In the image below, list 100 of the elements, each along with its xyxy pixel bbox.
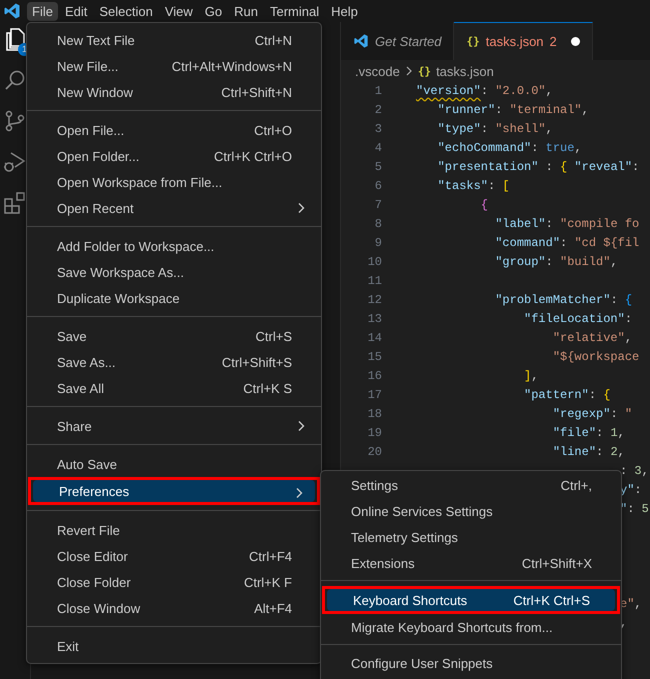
menu-item[interactable]: New Text File Ctrl+N	[31, 27, 317, 53]
breadcrumb-item[interactable]: .vscode	[355, 64, 400, 78]
menu-bar-item[interactable]: File	[27, 2, 58, 20]
code-token: "runner"	[436, 103, 496, 117]
code-token: "line"	[552, 445, 596, 459]
menu-item[interactable]: Revert File	[31, 517, 317, 543]
menu-item[interactable]: Save All Ctrl+K S	[31, 375, 317, 401]
menu-bar-item[interactable]: Run	[229, 2, 263, 20]
code-token: "	[624, 407, 632, 421]
menu-item[interactable]: Extensions Ctrl+Shift+X	[325, 550, 617, 576]
line-number: 7	[374, 197, 382, 214]
menu-bar-item[interactable]: Go	[200, 2, 228, 20]
code-token: :	[620, 464, 628, 478]
code-token: :	[488, 179, 496, 193]
code-token: "pattern"	[523, 388, 589, 402]
code-token: "fileLocation"	[523, 312, 625, 326]
code-token: "type"	[436, 122, 481, 136]
menu-item[interactable]: Share	[31, 413, 317, 439]
run-debug-icon[interactable]	[3, 150, 27, 174]
code-token: :	[495, 103, 504, 117]
unsaved-dot-icon[interactable]	[570, 37, 580, 46]
line-number: 16	[366, 368, 382, 385]
code-token: 5	[642, 502, 649, 516]
code-token: 1	[610, 426, 618, 440]
line-number: 4	[374, 140, 382, 157]
code-token: ,	[634, 597, 642, 611]
menu-item[interactable]: New File... Ctrl+Alt+Windows+N	[31, 53, 317, 79]
code-token: "build"	[560, 255, 610, 269]
code-token: true	[546, 141, 574, 155]
code-token: :	[546, 217, 554, 231]
menu-item[interactable]: New Window Ctrl+Shift+N	[31, 79, 317, 105]
menu-item[interactable]: Open File... Ctrl+O	[31, 117, 317, 143]
menu-item[interactable]: Save Workspace As...	[31, 259, 317, 285]
code-token: "presentation"	[436, 160, 538, 174]
menu-item[interactable]: Save As... Ctrl+Shift+S	[31, 349, 317, 375]
menu-item[interactable]: Online Services Settings	[325, 498, 617, 524]
menu-item[interactable]: Settings Ctrl+,	[325, 472, 617, 498]
code-token: {	[560, 160, 568, 174]
search-icon[interactable]	[3, 68, 27, 92]
code-token: "relative"	[552, 331, 625, 345]
code-token: ,	[642, 464, 649, 478]
code-token: {	[603, 388, 610, 402]
editor-tab[interactable]: {} tasks.json 2	[454, 22, 593, 60]
code-token: ,	[618, 426, 625, 440]
code-token: "command"	[494, 236, 560, 250]
code-token: [	[502, 179, 510, 193]
code-token: 2	[610, 445, 618, 459]
code-token: "regexp"	[552, 407, 610, 421]
app-logo-icon	[353, 33, 369, 49]
code-token: "problemMatcher"	[494, 293, 610, 307]
app-logo-icon	[3, 2, 21, 20]
menu-item[interactable]: Close Editor Ctrl+F4	[31, 543, 317, 569]
code-token: "reveal"	[573, 160, 632, 174]
code-token: :	[610, 293, 619, 307]
code-token: "echoCommand"	[436, 141, 532, 155]
code-token: "file"	[552, 426, 596, 440]
menu-item[interactable]: Exit	[31, 633, 317, 659]
menu-item[interactable]: Open Recent	[31, 195, 317, 221]
line-number: 20	[366, 444, 382, 461]
line-number: 17	[366, 387, 382, 404]
menu-item[interactable]: Preferences	[33, 480, 315, 502]
line-number: 13	[366, 311, 382, 328]
line-number: 2	[374, 102, 382, 119]
menu-bar-item[interactable]: Terminal	[265, 2, 324, 20]
code-token: ,	[618, 445, 625, 459]
code-token: :	[560, 236, 568, 250]
code-token: ]	[523, 369, 532, 383]
code-token: :	[632, 160, 640, 174]
chevron-right-icon	[404, 66, 413, 76]
menu-bar-item[interactable]: Edit	[60, 2, 92, 20]
menu-item[interactable]: Duplicate Workspace	[31, 285, 317, 311]
code-token: "compile fo	[560, 217, 640, 231]
menu-bar-item[interactable]: View	[160, 2, 198, 20]
menu-item[interactable]: Keyboard Shortcuts Ctrl+K Ctrl+S	[327, 589, 615, 611]
code-token: ,	[582, 103, 589, 117]
menu-item[interactable]: Open Folder... Ctrl+K Ctrl+O	[31, 143, 317, 169]
line-number: 11	[366, 273, 382, 290]
code-token: 3	[634, 464, 642, 478]
menu-item[interactable]: Close Window Alt+F4	[31, 595, 317, 621]
code-token: ,	[546, 84, 553, 98]
line-number: 14	[366, 330, 382, 347]
files-icon[interactable]	[3, 27, 27, 51]
menu-item[interactable]: Telemetry Settings	[325, 524, 617, 550]
code-token: :	[634, 483, 642, 497]
menu-item[interactable]: Migrate Keyboard Shortcuts from...	[325, 614, 617, 640]
code-token: ,	[546, 122, 553, 136]
menu-item[interactable]: Configure User Snippets	[325, 650, 617, 676]
extensions-icon[interactable]	[3, 191, 27, 215]
menu-bar-item[interactable]: Selection	[94, 2, 158, 20]
menu-item[interactable]: Add Folder to Workspace...	[31, 233, 317, 259]
code-token: :	[624, 312, 632, 326]
line-number: 5	[374, 159, 382, 176]
breadcrumb-item[interactable]: tasks.json	[436, 64, 494, 78]
menu-item[interactable]: Open Workspace from File...	[31, 169, 317, 195]
menu-bar-item[interactable]: Help	[326, 2, 363, 20]
menu-item[interactable]: Close Folder Ctrl+K F	[31, 569, 317, 595]
json-icon: {}	[466, 35, 480, 48]
menu-item[interactable]: Auto Save	[31, 451, 317, 477]
branch-icon[interactable]	[3, 109, 27, 133]
menu-item[interactable]: Save Ctrl+S	[31, 323, 317, 349]
